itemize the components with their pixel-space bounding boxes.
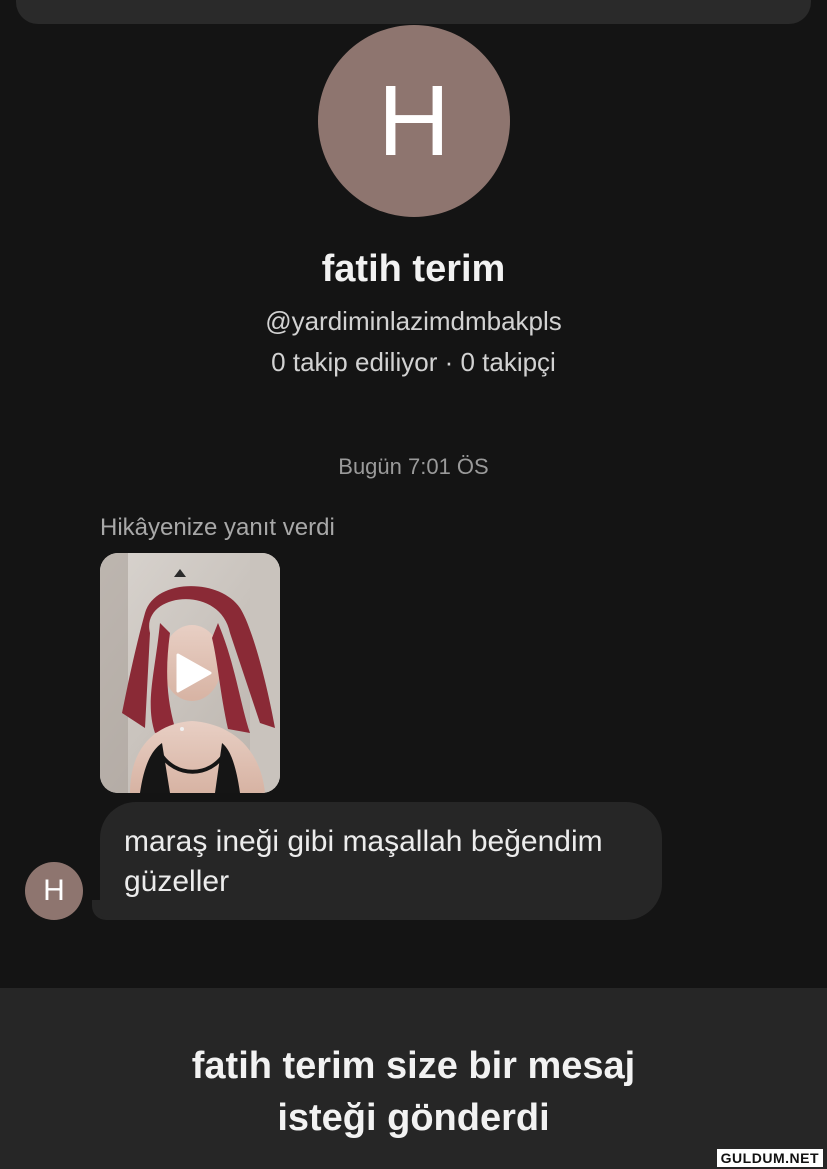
profile-avatar-letter: H bbox=[377, 65, 451, 177]
message-bubble[interactable]: maraş ineği gibi maşallah beğendim güzel… bbox=[100, 802, 662, 920]
message-request-line-2: isteği gönderdi bbox=[277, 1097, 550, 1139]
profile-avatar[interactable]: H bbox=[318, 25, 510, 217]
story-reply-label: Hikâyenize yanıt verdi bbox=[100, 514, 335, 541]
profile-name[interactable]: fatih terim bbox=[0, 248, 827, 291]
profile-handle: @yardiminlazimdmbakpls bbox=[265, 306, 562, 336]
message-timestamp: Bugün 7:01 ÖS bbox=[338, 454, 489, 479]
message-request-line-1: fatih terim size bir mesaj bbox=[191, 1045, 636, 1087]
message-request-text: fatih terim size bir mesaj isteği gönder… bbox=[0, 1040, 827, 1144]
sender-avatar-letter: H bbox=[43, 874, 65, 907]
play-icon[interactable] bbox=[170, 651, 214, 695]
message-text-line-1: maraş ineği gibi maşallah beğendim bbox=[124, 825, 603, 858]
watermark-logo: GULDUM.NET bbox=[716, 1149, 823, 1167]
top-search-bar[interactable] bbox=[16, 0, 811, 24]
profile-stats: 0 takip ediliyor · 0 takipçi bbox=[271, 347, 556, 377]
sender-avatar[interactable]: H bbox=[25, 862, 83, 920]
story-thumbnail[interactable] bbox=[100, 553, 280, 793]
message-text-line-2: güzeller bbox=[124, 865, 230, 898]
